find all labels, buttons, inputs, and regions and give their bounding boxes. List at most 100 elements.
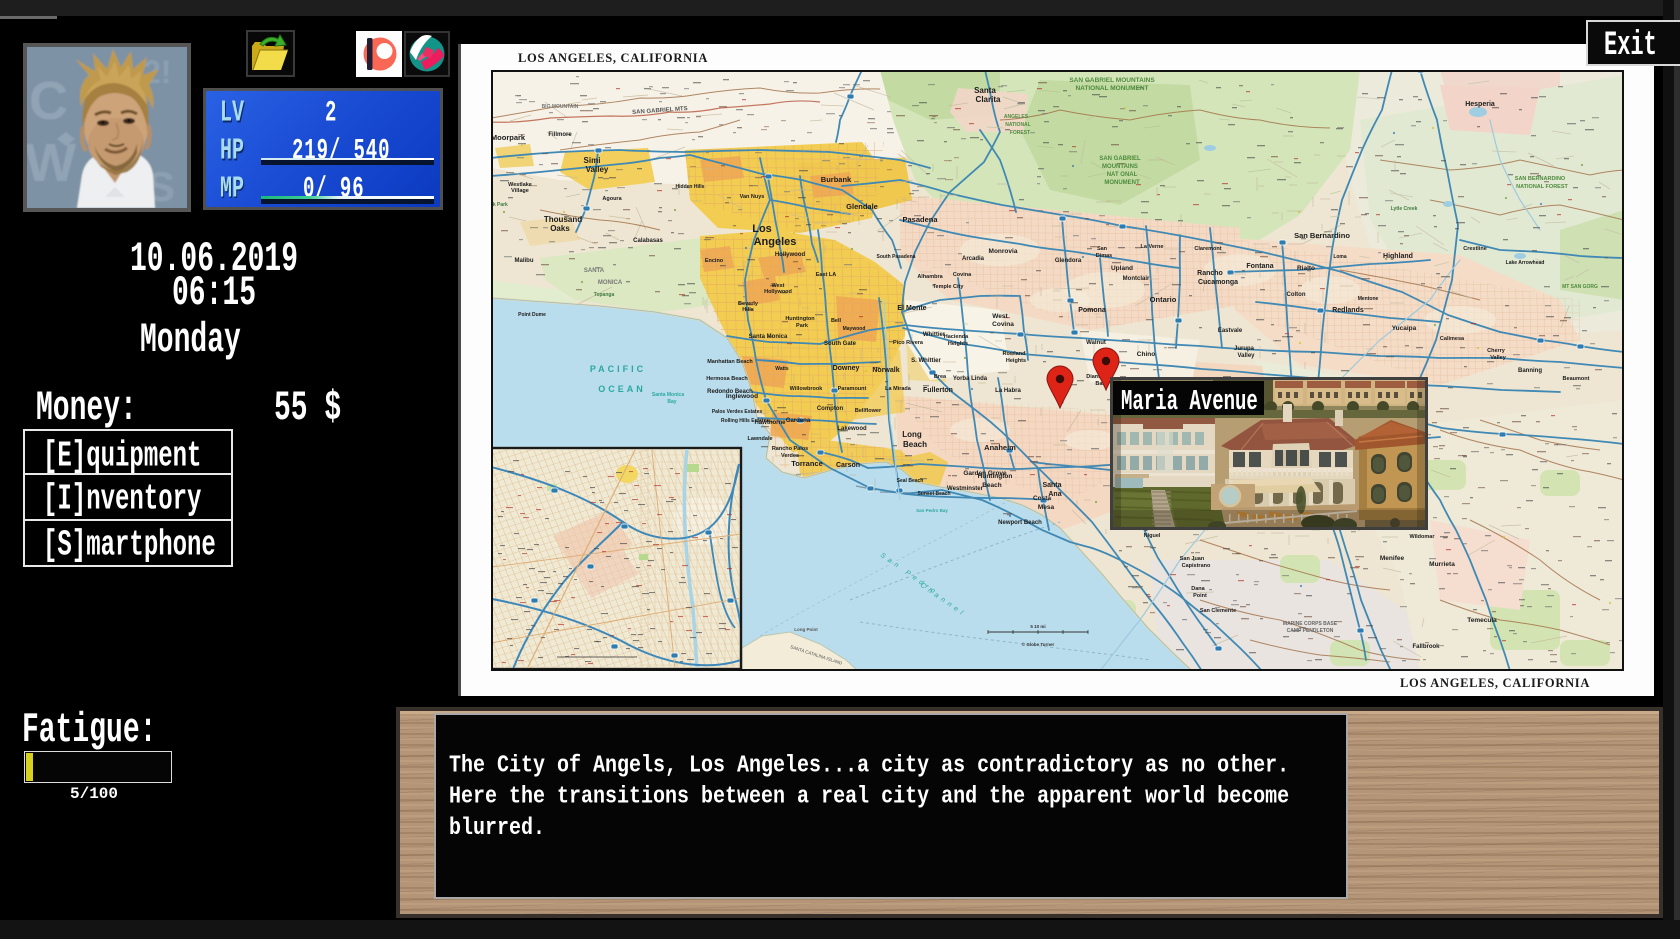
svg-text:Willowbrook: Willowbrook: [790, 386, 824, 392]
svg-text:Paramount: Paramount: [838, 386, 867, 392]
svg-text:Simi: Simi: [584, 156, 601, 165]
svg-text:Lawndale: Lawndale: [747, 436, 772, 442]
svg-text:La Habra: La Habra: [995, 388, 1021, 394]
svg-text:Chino: Chino: [1137, 351, 1155, 358]
svg-text:Downey: Downey: [833, 365, 860, 372]
svg-text:Encino: Encino: [705, 258, 724, 264]
svg-text:Costa: Costa: [1033, 495, 1051, 502]
svg-text:Monrovia: Monrovia: [989, 248, 1018, 255]
svg-text:El Monte: El Monte: [897, 305, 926, 312]
svg-text:Seal Beach: Seal Beach: [897, 478, 924, 484]
svg-text:Bellflower: Bellflower: [855, 408, 882, 414]
svg-text:Village: Village: [511, 188, 529, 194]
svg-text:Ontario: Ontario: [1150, 295, 1177, 304]
svg-text:Rancho: Rancho: [1197, 270, 1223, 277]
svg-text:Yucaipa: Yucaipa: [1392, 325, 1417, 332]
svg-text:South Gate: South Gate: [824, 341, 857, 347]
svg-text:MARINE CORPS BASE: MARINE CORPS BASE: [1283, 621, 1338, 627]
svg-text:Menifee: Menifee: [1380, 555, 1405, 562]
svg-text:Alhambra: Alhambra: [917, 274, 943, 280]
svg-text:Norwalk: Norwalk: [872, 367, 899, 374]
svg-text:Fullerton: Fullerton: [923, 387, 953, 394]
svg-text:NAT ONAL: NAT ONAL: [1107, 172, 1138, 178]
svg-text:Torrance: Torrance: [791, 459, 823, 468]
svg-text:Agoura: Agoura: [602, 196, 622, 202]
svg-text:Whittier: Whittier: [923, 332, 946, 338]
svg-text:Arcadia: Arcadia: [962, 256, 985, 262]
svg-text:Redlands: Redlands: [1332, 307, 1364, 314]
svg-text:Gardena: Gardena: [786, 418, 811, 424]
svg-text:Compton: Compton: [817, 406, 844, 412]
svg-text:Hills: Hills: [742, 307, 754, 313]
svg-text:Montclair: Montclair: [1123, 276, 1150, 282]
svg-text:Point Dume: Point Dume: [518, 312, 546, 318]
svg-text:Covina: Covina: [953, 272, 972, 278]
svg-text:Colton: Colton: [1287, 292, 1306, 298]
svg-text:West: West: [992, 313, 1008, 320]
svg-text:Mentone: Mentone: [1358, 296, 1379, 302]
svg-text:Heights: Heights: [948, 341, 968, 347]
svg-text:Bell: Bell: [831, 318, 842, 324]
svg-text:Huntington: Huntington: [978, 473, 1013, 480]
svg-text:Angeles: Angeles: [754, 236, 797, 248]
svg-text:Malibu: Malibu: [515, 258, 534, 264]
svg-text:Glendora: Glendora: [1055, 258, 1082, 264]
svg-text:Capistrano: Capistrano: [1182, 563, 1211, 569]
svg-text:SAN GABRIEL MOUNTAINS: SAN GABRIEL MOUNTAINS: [1069, 77, 1155, 84]
svg-text:Pasadena: Pasadena: [902, 215, 938, 224]
svg-text:Mesa: Mesa: [1038, 504, 1055, 511]
svg-text:Claremont: Claremont: [1194, 246, 1221, 252]
svg-text:Westminster: Westminster: [947, 486, 984, 492]
svg-text:Crestline: Crestline: [1463, 246, 1487, 252]
svg-text:Pico Rivera: Pico Rivera: [893, 340, 924, 346]
svg-text:MONUMENT: MONUMENT: [1104, 180, 1140, 186]
svg-text:MONICA: MONICA: [598, 280, 623, 286]
svg-text:Fontana: Fontana: [1246, 263, 1273, 270]
svg-text:5 10 mi: 5 10 mi: [1030, 624, 1045, 629]
svg-text:Hacienda: Hacienda: [944, 334, 969, 340]
svg-text:CAMP PENDLETON: CAMP PENDLETON: [1287, 628, 1334, 634]
svg-text:Eastvale: Eastvale: [1218, 328, 1243, 334]
svg-text:Banning: Banning: [1518, 368, 1542, 374]
svg-text:Hollywood: Hollywood: [764, 289, 792, 295]
svg-text:La Mirada: La Mirada: [885, 386, 912, 392]
svg-text:Valley: Valley: [1490, 355, 1507, 361]
svg-text:Beach: Beach: [903, 440, 927, 449]
svg-text:Beach: Beach: [982, 482, 1002, 489]
svg-text:Lake Arrowhead: Lake Arrowhead: [1506, 260, 1545, 266]
svg-text:Oaks: Oaks: [550, 224, 570, 233]
svg-text:Oak Park: Oak Park: [491, 202, 508, 208]
svg-text:Calimesa: Calimesa: [1440, 336, 1465, 342]
svg-text:Watts: Watts: [775, 366, 789, 372]
svg-text:Burbank: Burbank: [821, 175, 852, 184]
svg-text:South Pasadena: South Pasadena: [877, 254, 916, 260]
svg-text:San Pedro Bay: San Pedro Bay: [916, 508, 948, 513]
svg-text:Brea: Brea: [934, 374, 947, 380]
svg-text:Santa: Santa: [974, 86, 996, 95]
svg-text:Park: Park: [796, 323, 809, 329]
svg-text:Rowland: Rowland: [1003, 351, 1026, 357]
svg-text:Murrieta: Murrieta: [1429, 561, 1455, 568]
svg-text:ANGELES: ANGELES: [1004, 114, 1029, 120]
svg-text:Jurupa: Jurupa: [1234, 346, 1255, 352]
svg-text:Manhattan Beach: Manhattan Beach: [707, 359, 753, 365]
svg-text:La Verne: La Verne: [1141, 244, 1164, 250]
svg-text:Fallbrook: Fallbrook: [1412, 644, 1440, 650]
svg-text:SAN GABRIEL: SAN GABRIEL: [1099, 156, 1141, 162]
svg-text:Sunset Beach: Sunset Beach: [917, 491, 950, 497]
svg-text:Los: Los: [752, 223, 772, 235]
svg-text:Hermosa Beach: Hermosa Beach: [706, 376, 748, 382]
svg-text:Valley: Valley: [586, 165, 609, 174]
svg-text:Thousand: Thousand: [544, 215, 582, 224]
svg-text:Hollywood: Hollywood: [775, 252, 806, 258]
svg-text:Beaumont: Beaumont: [1563, 376, 1590, 382]
svg-text:Highland: Highland: [1383, 253, 1413, 260]
svg-text:Pomona: Pomona: [1078, 307, 1106, 314]
svg-text:Topanga: Topanga: [594, 292, 615, 298]
svg-text:Niguel: Niguel: [1144, 533, 1161, 539]
svg-text:Upland: Upland: [1111, 265, 1133, 272]
svg-text:Hesperia: Hesperia: [1465, 101, 1495, 108]
svg-text:East LA: East LA: [816, 272, 837, 278]
svg-text:Verdes: Verdes: [781, 453, 799, 459]
svg-text:C: C: [29, 71, 68, 131]
